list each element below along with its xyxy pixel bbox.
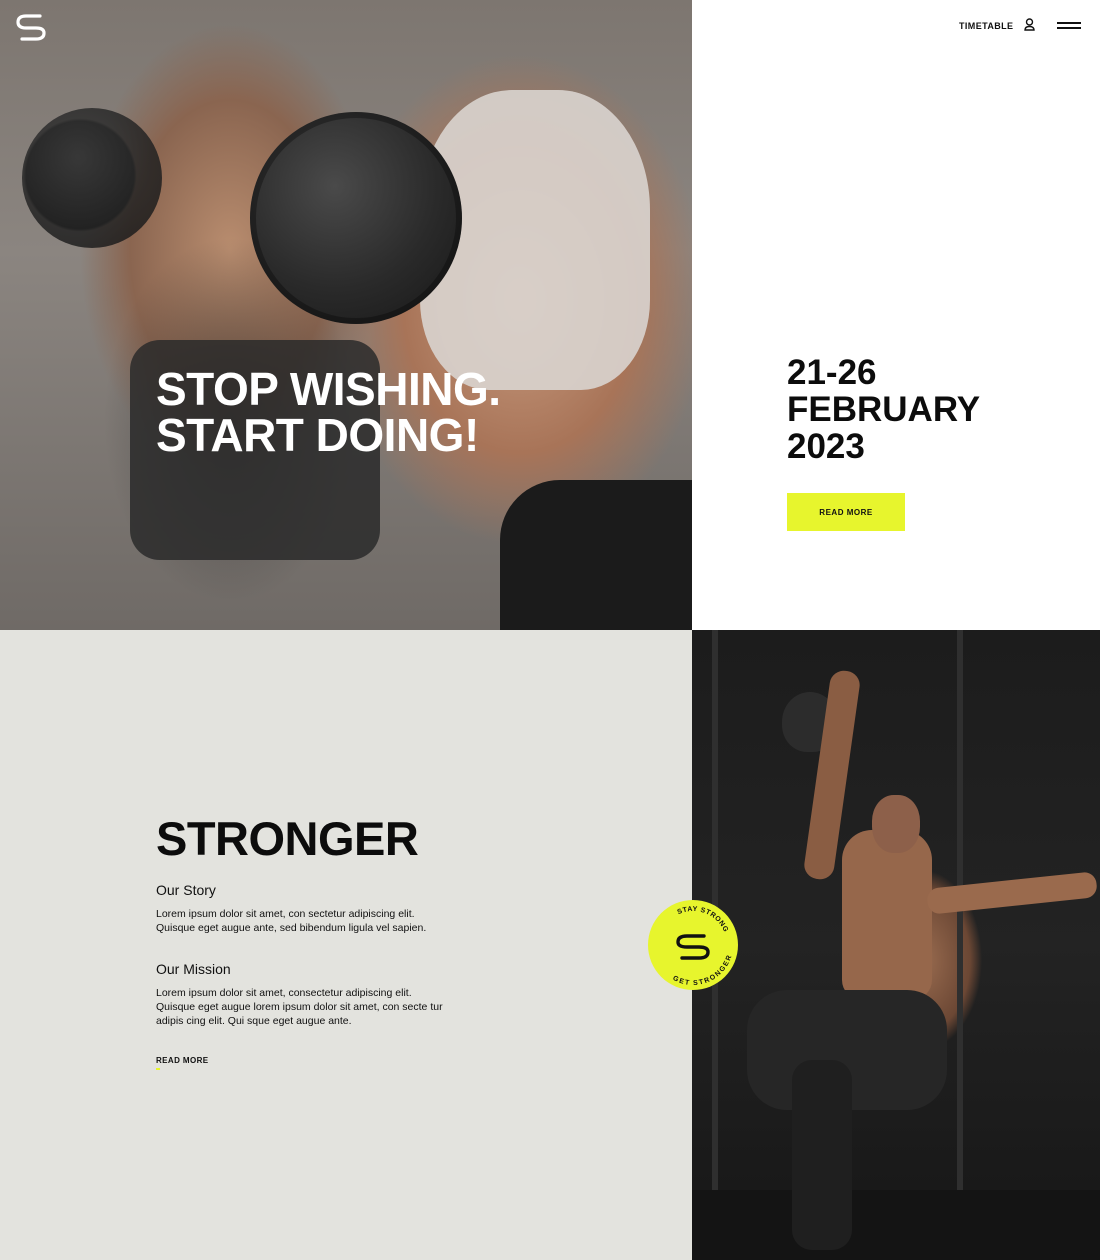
event-read-more-button[interactable]: READ MORE xyxy=(787,493,905,531)
hero-headline-line-1: STOP WISHING. xyxy=(156,363,501,415)
brand-s-logo-icon[interactable] xyxy=(14,12,48,42)
menu-line-bottom xyxy=(1057,27,1081,29)
badge-graphic: STAY STRONG GET STRONGER xyxy=(671,906,732,987)
event-date-month: FEBRUARY xyxy=(787,390,981,429)
nav-timetable-link[interactable]: TIMETABLE xyxy=(959,21,1013,31)
gym-floor xyxy=(692,1190,1100,1260)
event-date-days: 21-26 xyxy=(787,353,877,392)
stay-strong-badge: STAY STRONG GET STRONGER xyxy=(648,900,738,990)
athlete-extended-arm xyxy=(926,871,1098,915)
medicine-ball-back xyxy=(22,108,162,248)
menu-line-top xyxy=(1057,22,1081,24)
athlete-head xyxy=(872,795,920,853)
story-title: STRONGER xyxy=(156,812,419,865)
our-mission-text: Lorem ipsum dolor sit amet, consectetur … xyxy=(156,987,443,1027)
athlete-leg xyxy=(792,1060,852,1250)
our-story-heading: Our Story xyxy=(156,882,216,898)
medicine-ball xyxy=(250,112,462,324)
event-panel xyxy=(692,0,1100,630)
athlete-leggings xyxy=(500,480,692,630)
user-icon[interactable] xyxy=(1024,18,1035,31)
hamburger-menu-icon[interactable] xyxy=(1057,21,1081,31)
svg-text:STAY STRONG: STAY STRONG xyxy=(676,906,729,934)
kettlebell-photo xyxy=(692,630,1100,1260)
our-story-text: Lorem ipsum dolor sit amet, con sectetur… xyxy=(156,908,427,934)
story-section xyxy=(0,630,692,1260)
athlete-torso xyxy=(842,830,932,1000)
event-date: 21-26 FEBRUARY 2023 xyxy=(787,354,980,465)
story-read-more-link[interactable]: READ MORE xyxy=(156,1056,209,1070)
badge-top-text: STAY STRONG xyxy=(676,906,728,934)
hero-headline: STOP WISHING. START DOING! xyxy=(156,366,576,458)
hero-photo: STOP WISHING. START DOING! xyxy=(0,0,692,630)
badge-logo-icon xyxy=(676,934,710,960)
our-mission-heading: Our Mission xyxy=(156,961,231,977)
page-grid: STOP WISHING. START DOING! TIMETABLE 21-… xyxy=(0,0,1100,1260)
event-date-year: 2023 xyxy=(787,427,865,466)
hero-headline-line-2: START DOING! xyxy=(156,409,479,461)
